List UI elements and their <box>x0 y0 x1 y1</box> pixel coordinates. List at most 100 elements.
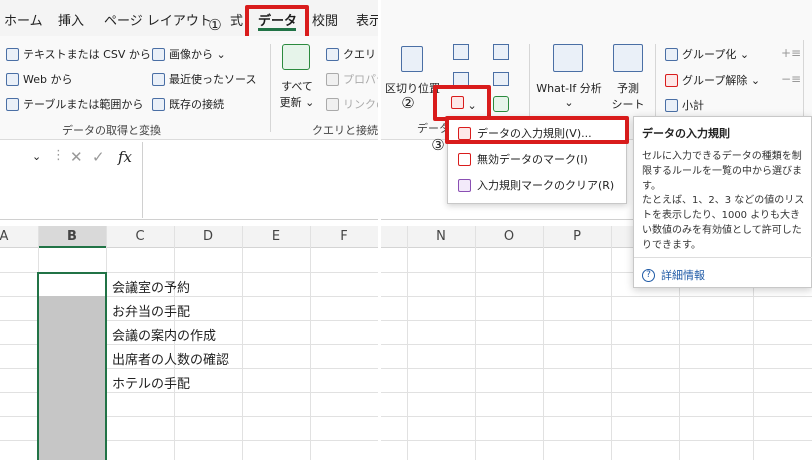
from-text-csv-label: テキストまたは CSV から <box>23 48 151 61</box>
enter-icon[interactable]: ✓ <box>92 148 105 166</box>
properties-label: プロパティ <box>343 73 378 86</box>
recent-sources-label: 最近使ったソース <box>169 73 257 86</box>
grid-line <box>381 416 812 417</box>
globe-icon <box>6 72 19 86</box>
fx-icon[interactable]: fx <box>118 148 132 166</box>
menu-item-clear-circles-label: 入力規則マークのクリア(R) <box>477 179 615 192</box>
edit-links-button[interactable]: リンクの編集 <box>326 96 378 112</box>
grid-line <box>381 296 812 297</box>
step-1-marker: ① <box>208 16 222 34</box>
tooltip-more-info-link[interactable]: ? 詳細情報 <box>642 267 705 283</box>
connections-icon <box>152 97 165 111</box>
tab-home[interactable]: ホーム <box>4 10 43 29</box>
properties-icon <box>326 72 339 86</box>
menu-item-clear-circles[interactable]: 入力規則マークのクリア(R) <box>458 177 614 193</box>
grid-line <box>242 226 243 460</box>
recent-sources-icon <box>152 72 165 86</box>
tooltip-divider <box>634 257 812 258</box>
from-web-label: Web から <box>23 73 73 86</box>
step-2-marker: ② <box>401 94 415 112</box>
group-separator <box>270 44 271 132</box>
grid-line <box>310 226 311 460</box>
relationships-icon[interactable] <box>493 72 509 86</box>
show-detail-icon[interactable]: +≡ <box>781 46 801 60</box>
grid-line <box>381 320 812 321</box>
ungroup-label: グループ解除 ⌄ <box>682 74 761 87</box>
cell-c-row1[interactable]: 会議室の予約 <box>112 277 190 296</box>
refresh-all-icon <box>282 44 310 70</box>
picture-icon <box>152 47 165 61</box>
consolidate-icon[interactable] <box>493 44 509 60</box>
menu-item-circle-invalid-label: 無効データのマーク(I) <box>477 153 588 166</box>
tab-view[interactable]: 表示 <box>356 10 378 29</box>
forecast-sheet-button[interactable]: 予測 シート <box>607 80 649 112</box>
cancel-icon[interactable]: ✕ <box>70 148 83 166</box>
tab-page-layout[interactable]: ページ レイアウト <box>104 10 212 29</box>
ungroup-button[interactable]: グループ解除 ⌄ <box>665 72 760 88</box>
ribbon-tab-bar: ホーム 挿入 ページ レイアウト 式 データ 校閲 表示 <box>0 0 378 36</box>
more-dots-icon: ⋮ <box>52 148 65 163</box>
recent-sources-button[interactable]: 最近使ったソース <box>152 71 256 87</box>
grid-line <box>475 226 476 460</box>
cell-c-row3[interactable]: 会議の案内の作成 <box>112 325 216 344</box>
grid-line <box>381 368 812 369</box>
column-header-e[interactable]: E <box>242 226 310 248</box>
from-picture-button[interactable]: 画像から ⌄ <box>152 46 226 62</box>
step-3-marker: ③ <box>431 136 445 154</box>
chevron-down-icon[interactable]: ⌄ <box>32 150 41 163</box>
grid-line <box>381 344 812 345</box>
queries-connections-button[interactable]: クエリと接続 <box>326 46 378 62</box>
from-web-button[interactable]: Web から <box>6 71 72 87</box>
grid-line <box>611 226 612 460</box>
text-file-icon <box>6 47 19 61</box>
tab-insert[interactable]: 挿入 <box>58 10 84 29</box>
clear-circles-icon <box>458 178 471 192</box>
group-button[interactable]: グループ化 ⌄ <box>665 46 749 62</box>
data-validation-tooltip: データの入力規則 セルに入力できるデータの種類を制限するルールを一覧の中から選び… <box>633 116 812 288</box>
existing-connections-button[interactable]: 既存の接続 <box>152 96 224 112</box>
highlight-data-validation-item <box>445 116 629 144</box>
column-header-d[interactable]: D <box>174 226 242 248</box>
queries-icon <box>326 47 339 61</box>
column-header-n[interactable]: N <box>407 226 475 248</box>
refresh-all-button[interactable]: すべて 更新 ⌄ <box>277 78 317 110</box>
subtotal-button[interactable]: 小計 <box>665 97 704 113</box>
right-screenshot-panel: 区切り位置 ⌄ データ ② What-If 分析 ⌄ 予測 シート グループ化 ⌄ … <box>381 0 812 460</box>
tooltip-title: データの入力規則 <box>642 127 730 140</box>
column-header-o[interactable]: O <box>475 226 543 248</box>
flash-fill-icon[interactable] <box>453 44 469 60</box>
subtotal-label: 小計 <box>682 99 704 112</box>
properties-button[interactable]: プロパティ <box>326 71 378 87</box>
tooltip-body-1: セルに入力できるデータの種類を制限するルールを一覧の中から選びます。 <box>642 151 802 192</box>
from-text-csv-button[interactable]: テキストまたは CSV から <box>6 46 151 62</box>
cell-c-row5[interactable]: ホテルの手配 <box>112 373 190 392</box>
cell-c-row2[interactable]: お弁当の手配 <box>112 301 190 320</box>
group-icon <box>665 47 678 61</box>
tab-review[interactable]: 校閲 <box>312 10 338 29</box>
edit-links-label: リンクの編集 <box>343 98 378 111</box>
cell-c-row4[interactable]: 出席者の人数の確認 <box>112 349 229 368</box>
queries-connections-label: クエリと接続 <box>343 48 378 61</box>
link-icon <box>326 97 339 111</box>
column-header-p[interactable]: P <box>543 226 611 248</box>
grid-line <box>407 226 408 460</box>
column-header-b[interactable]: B <box>38 226 106 248</box>
refresh-all-label-2: 更新 ⌄ <box>279 96 315 109</box>
column-header-c[interactable]: C <box>106 226 174 248</box>
whatif-icon <box>553 44 583 72</box>
formula-input[interactable] <box>142 142 378 218</box>
remove-duplicates-icon[interactable] <box>453 72 469 86</box>
grid-line <box>381 392 812 393</box>
data-model-icon[interactable] <box>493 96 509 112</box>
chevron-down-icon: ⌄ <box>564 96 574 109</box>
column-header-a[interactable]: A <box>0 226 38 248</box>
from-table-button[interactable]: テーブルまたは範囲から <box>6 96 143 112</box>
whatif-button[interactable]: What-If 分析 ⌄ <box>531 80 607 109</box>
tab-formulas[interactable]: 式 <box>230 10 243 29</box>
hide-detail-icon[interactable]: −≡ <box>781 72 801 86</box>
help-icon: ? <box>642 268 655 282</box>
subtotal-icon <box>665 98 678 112</box>
menu-item-circle-invalid[interactable]: 無効データのマーク(I) <box>458 151 588 167</box>
column-header-f[interactable]: F <box>310 226 378 248</box>
left-screenshot-panel: ホーム 挿入 ページ レイアウト 式 データ 校閲 表示 ① テキストまたは C… <box>0 0 378 460</box>
